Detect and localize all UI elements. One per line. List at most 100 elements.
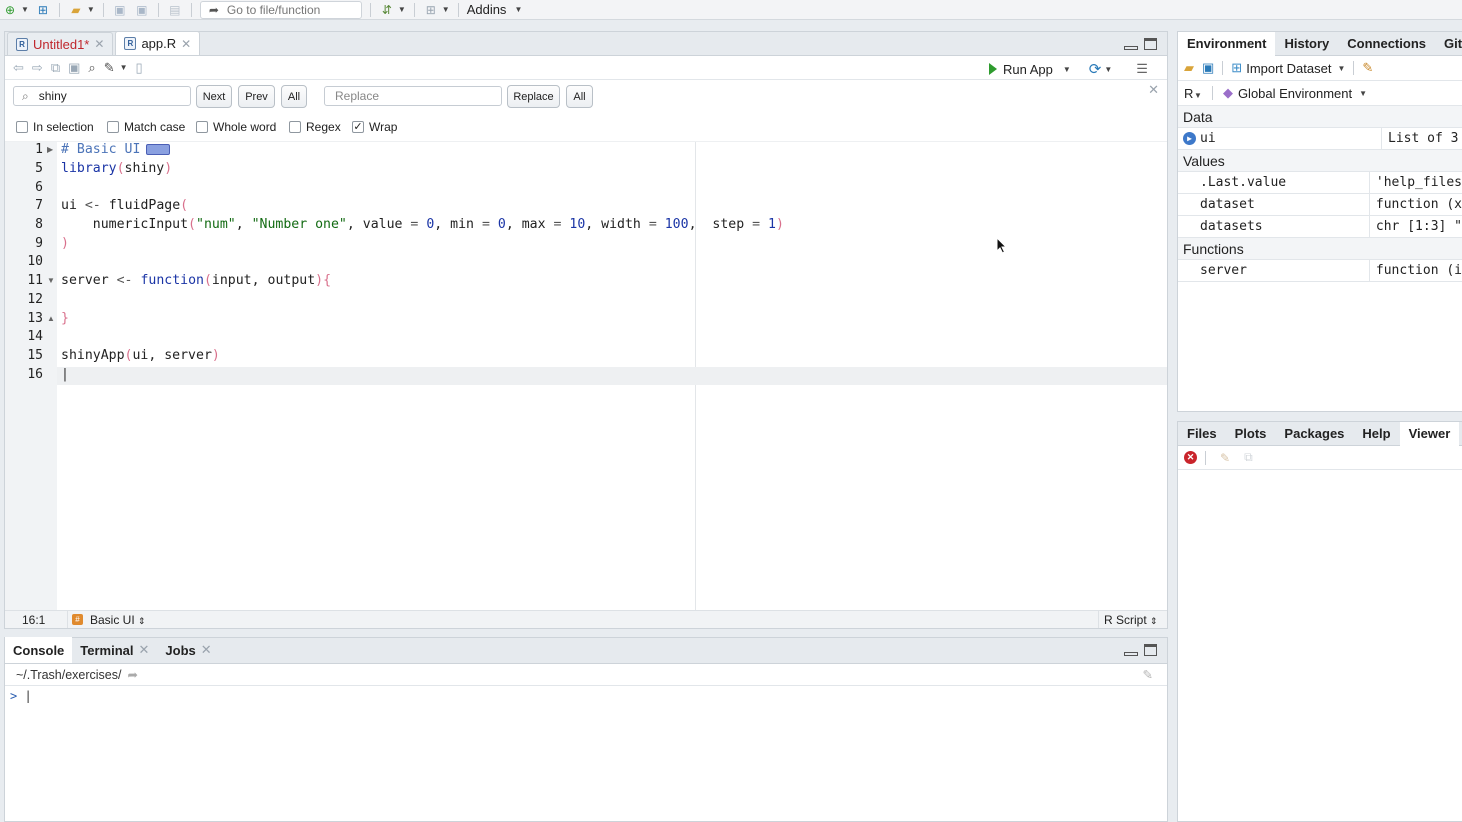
publish-icon[interactable]: ⟳ (1089, 60, 1102, 78)
folded-code-marker[interactable] (146, 143, 171, 155)
code-line: } (61, 311, 69, 326)
expand-icon[interactable]: ▶ (1183, 132, 1196, 145)
line-number: 15 (27, 348, 43, 363)
line-number: 8 (35, 217, 43, 232)
addins-menu[interactable]: Addins (467, 2, 507, 17)
tab-label: app.R (141, 36, 177, 51)
find-all-button[interactable]: All (281, 85, 307, 108)
goto-directory-icon[interactable]: ➦ (127, 667, 137, 682)
tab-viewer[interactable]: Viewer (1399, 421, 1460, 446)
regex-checkbox[interactable]: Regex (289, 120, 341, 134)
load-workspace-icon[interactable]: ▰ (1184, 60, 1194, 76)
close-icon[interactable]: ✕ (181, 37, 191, 51)
tab-connections[interactable]: Connections (1338, 32, 1435, 56)
env-row-datasets[interactable]: datasets chr [1:3] " (1178, 215, 1462, 238)
env-row-dataset[interactable]: dataset function (x (1178, 193, 1462, 216)
maximize-icon[interactable] (1144, 38, 1157, 50)
tab-help[interactable]: Help (1353, 422, 1399, 446)
pane-layout-icon[interactable]: ⊞ (423, 2, 439, 18)
fold-expand-icon[interactable]: ▶ (47, 145, 53, 154)
env-row-last-value[interactable]: .Last.value 'help_files (1178, 171, 1462, 194)
tab-console[interactable]: Console (5, 637, 73, 663)
replace-input[interactable]: Replace (324, 86, 502, 106)
close-icon[interactable]: ✕ (139, 642, 150, 658)
tab-plots[interactable]: Plots (1226, 422, 1276, 446)
console-input[interactable]: > | (5, 686, 1167, 703)
run-app-button[interactable]: Run App ▼ ⟳ ▼ ☰ (989, 60, 1148, 78)
find-replace-icon[interactable]: ⌕ (88, 60, 95, 76)
save-icon[interactable]: ▣ (112, 2, 128, 18)
section-selector[interactable]: Basic UI ⇕ (90, 613, 146, 627)
goto-file-input[interactable]: ➦ Go to file/function (199, 0, 362, 19)
chevron-down-icon[interactable]: ▼ (1104, 65, 1112, 74)
pane-window-controls (1124, 644, 1157, 656)
fold-up-icon[interactable]: ▲ (47, 314, 55, 323)
chevron-down-icon[interactable]: ▼ (1063, 65, 1071, 74)
close-icon[interactable]: ✕ (1148, 82, 1159, 98)
clear-console-icon[interactable]: ✎ (1143, 667, 1153, 682)
close-icon[interactable]: ✕ (94, 37, 104, 51)
code-tools-icon[interactable]: ✎ (104, 60, 115, 76)
chevron-down-icon: ▼ (1337, 63, 1346, 73)
minimize-icon[interactable] (1124, 46, 1138, 50)
back-icon[interactable]: ⇦ (13, 60, 24, 76)
popout-icon[interactable]: ⧉ (1244, 450, 1253, 465)
tab-jobs[interactable]: Jobs ✕ (157, 637, 219, 663)
open-folder-icon[interactable]: ▰ (68, 2, 84, 18)
stop-icon[interactable]: ✕ (1184, 451, 1197, 464)
maximize-icon[interactable] (1144, 644, 1157, 656)
chevron-down-icon[interactable]: ▼ (87, 5, 95, 14)
search-value: shiny (38, 89, 67, 103)
replace-button[interactable]: Replace (507, 85, 560, 108)
language-selector[interactable]: R ▼ (1184, 86, 1202, 101)
chevron-down-icon[interactable]: ▼ (21, 5, 29, 14)
toolbar-divider (1205, 450, 1206, 465)
tab-files[interactable]: Files (1178, 422, 1226, 446)
minimize-icon[interactable] (1124, 652, 1138, 656)
replace-all-button[interactable]: All (566, 85, 593, 108)
tab-untitled1[interactable]: R Untitled1* ✕ (7, 32, 114, 55)
line-number: 14 (27, 329, 43, 344)
search-input[interactable]: ⌕ shiny (13, 86, 191, 106)
save-all-icon[interactable]: ▣ (134, 2, 150, 18)
code-editor[interactable]: 1 ▶ 5 6 7 8 9 10 11 ▼ 12 13 ▲ 14 15 16 #… (5, 142, 1167, 611)
toolbar-divider (369, 2, 371, 17)
new-file-icon[interactable]: ⊕ (2, 2, 18, 18)
match-case-checkbox[interactable]: Match case (107, 120, 185, 134)
chevron-down-icon[interactable]: ▼ (514, 5, 522, 14)
toolbar-divider (157, 2, 159, 17)
wrap-checkbox[interactable]: ✓ Wrap (352, 120, 397, 134)
chevron-down-icon[interactable]: ▼ (442, 5, 450, 14)
import-dataset-button[interactable]: ⊞ Import Dataset ▼ (1231, 60, 1345, 76)
tab-terminal[interactable]: Terminal ✕ (72, 637, 157, 663)
compile-report-icon[interactable]: ▯ (136, 60, 143, 76)
tab-environment[interactable]: Environment (1178, 32, 1276, 56)
broom-icon[interactable]: ✎ (1362, 60, 1373, 76)
new-project-icon[interactable]: ⊞ (35, 2, 51, 18)
tab-packages[interactable]: Packages (1275, 422, 1353, 446)
chevron-down-icon[interactable]: ▼ (120, 63, 128, 72)
search-icon: ⌕ (22, 88, 29, 103)
prev-button[interactable]: Prev (238, 85, 275, 108)
close-icon[interactable]: ✕ (201, 642, 212, 658)
tab-app-r[interactable]: R app.R ✕ (115, 31, 201, 55)
env-row-server[interactable]: server function (i (1178, 259, 1462, 282)
vcs-icon[interactable]: ⇵ (379, 2, 395, 18)
save-icon[interactable]: ▣ (68, 60, 80, 76)
file-type-selector[interactable]: R Script ⇕ (1104, 613, 1158, 627)
print-icon[interactable]: ▤ (167, 2, 183, 18)
in-selection-checkbox[interactable]: In selection (16, 120, 94, 134)
tab-history[interactable]: History (1275, 32, 1338, 56)
environment-scope-selector[interactable]: ◆ Global Environment ▼ (1223, 85, 1367, 101)
env-row-ui[interactable]: ▶ ui List of 3 (1178, 127, 1462, 150)
save-workspace-icon[interactable]: ▣ (1202, 60, 1214, 76)
clear-viewer-icon[interactable]: ✎ (1220, 451, 1230, 465)
outline-icon[interactable]: ☰ (1136, 61, 1148, 77)
chevron-down-icon[interactable]: ▼ (398, 5, 406, 14)
tab-git[interactable]: Git (1435, 32, 1462, 56)
fold-down-icon[interactable]: ▼ (47, 276, 55, 285)
next-button[interactable]: Next (196, 85, 232, 108)
forward-icon[interactable]: ⇨ (32, 60, 43, 76)
whole-word-checkbox[interactable]: Whole word (196, 120, 276, 134)
show-in-window-icon[interactable]: ⧉ (51, 60, 60, 76)
